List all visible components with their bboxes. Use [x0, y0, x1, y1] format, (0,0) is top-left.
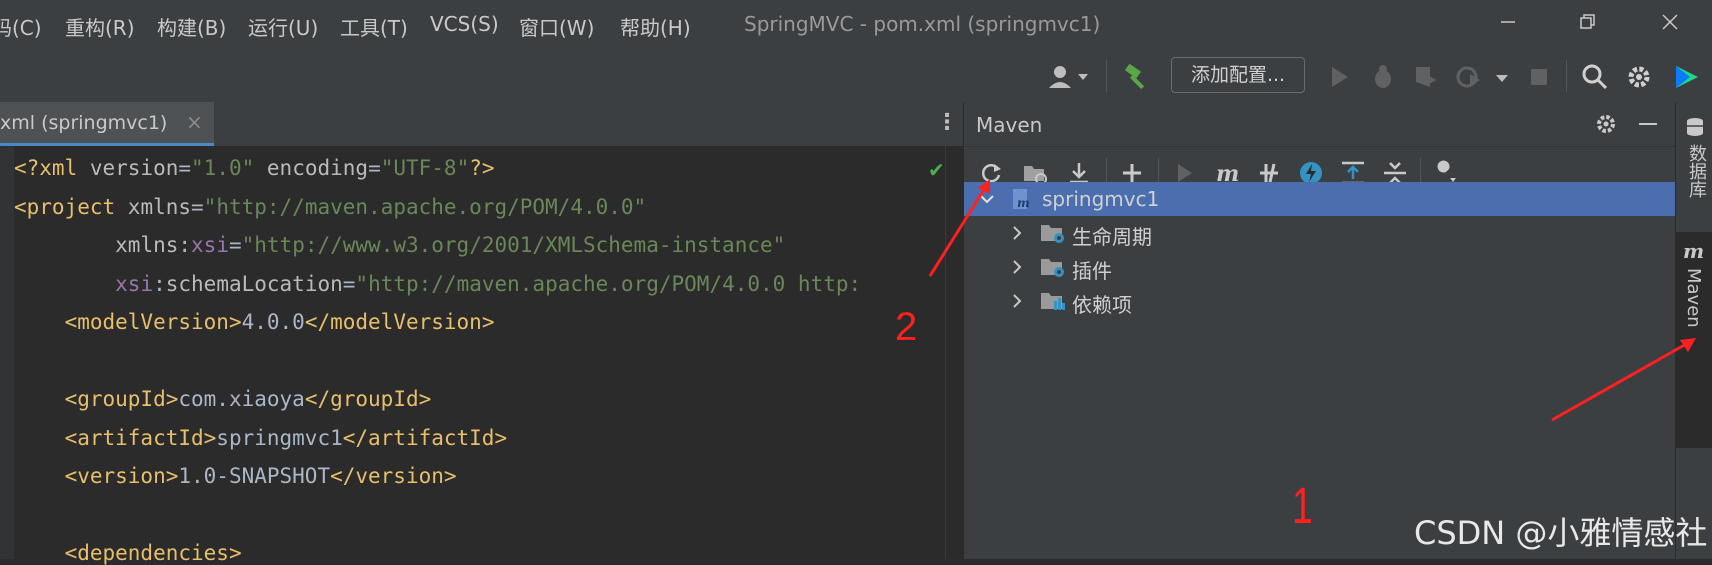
watermark: CSDN @小雅情感社 — [1414, 514, 1708, 552]
annotation-label-2: 2 — [895, 305, 917, 349]
annotation-arrow-2 — [928, 179, 990, 277]
annotation-arrow-1 — [1551, 338, 1696, 422]
annotation-label-1: 1 — [1292, 479, 1313, 535]
annotation-overlay: 1 2 — [895, 179, 1696, 535]
